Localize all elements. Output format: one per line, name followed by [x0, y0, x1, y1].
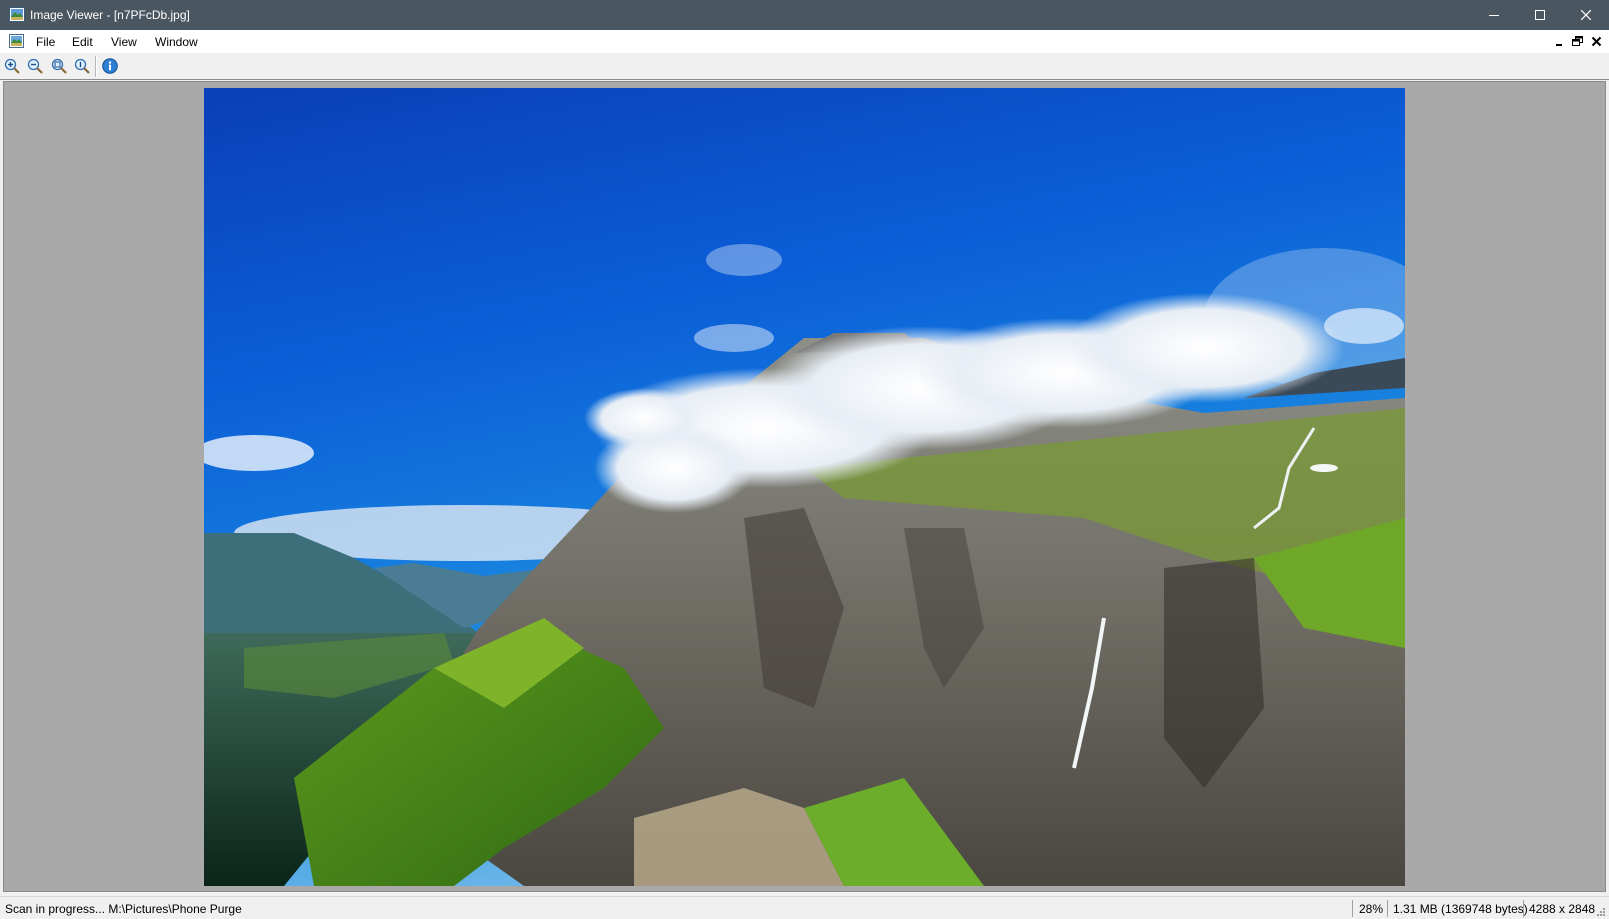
maximize-icon	[1535, 10, 1545, 20]
status-message: Scan in progress... M:\Pictures\Phone Pu…	[5, 902, 242, 916]
status-divider	[1352, 900, 1353, 917]
menu-bar: File Edit View Window	[0, 30, 1609, 53]
window-title: Image Viewer - [n7PFcDb.jpg]	[30, 8, 190, 22]
info-icon[interactable]	[102, 58, 118, 74]
zoom-in-icon[interactable]	[4, 58, 20, 74]
image-dimensions: 4288 x 2848	[1529, 902, 1596, 916]
status-divider	[1387, 900, 1388, 917]
zoom-fit-icon[interactable]	[51, 58, 67, 74]
child-minimize-icon[interactable]	[1554, 36, 1565, 47]
status-bar: Scan in progress... M:\Pictures\Phone Pu…	[0, 896, 1609, 919]
photo[interactable]	[204, 88, 1405, 886]
status-divider	[1523, 900, 1524, 917]
app-window: Image Viewer - [n7PFcDb.jpg] File Edit V…	[0, 0, 1609, 919]
zoom-actual-icon[interactable]	[74, 58, 90, 74]
close-button[interactable]	[1563, 0, 1609, 30]
landscape-photo-icon	[204, 88, 1405, 886]
zoom-level: 28%	[1359, 902, 1384, 916]
file-size: 1.31 MB (1369748 bytes)	[1393, 902, 1528, 916]
minimize-icon	[1489, 15, 1499, 16]
image-viewer-app-icon[interactable]	[9, 7, 25, 22]
title-bar[interactable]: Image Viewer - [n7PFcDb.jpg]	[0, 0, 1609, 30]
menu-window[interactable]: Window	[155, 35, 198, 49]
child-close-icon[interactable]	[1591, 36, 1602, 47]
zoom-out-icon[interactable]	[27, 58, 43, 74]
image-canvas[interactable]	[3, 81, 1606, 892]
menu-view[interactable]: View	[111, 35, 137, 49]
minimize-button[interactable]	[1471, 0, 1517, 30]
document-icon[interactable]	[9, 34, 24, 48]
toolbar-separator	[95, 56, 97, 77]
close-icon	[1581, 10, 1591, 20]
toolbar	[0, 53, 1609, 80]
child-restore-icon[interactable]	[1572, 36, 1583, 47]
resize-grip-icon[interactable]	[1596, 906, 1606, 916]
maximize-button[interactable]	[1517, 0, 1563, 30]
menu-edit[interactable]: Edit	[72, 35, 93, 49]
menu-file[interactable]: File	[36, 35, 55, 49]
